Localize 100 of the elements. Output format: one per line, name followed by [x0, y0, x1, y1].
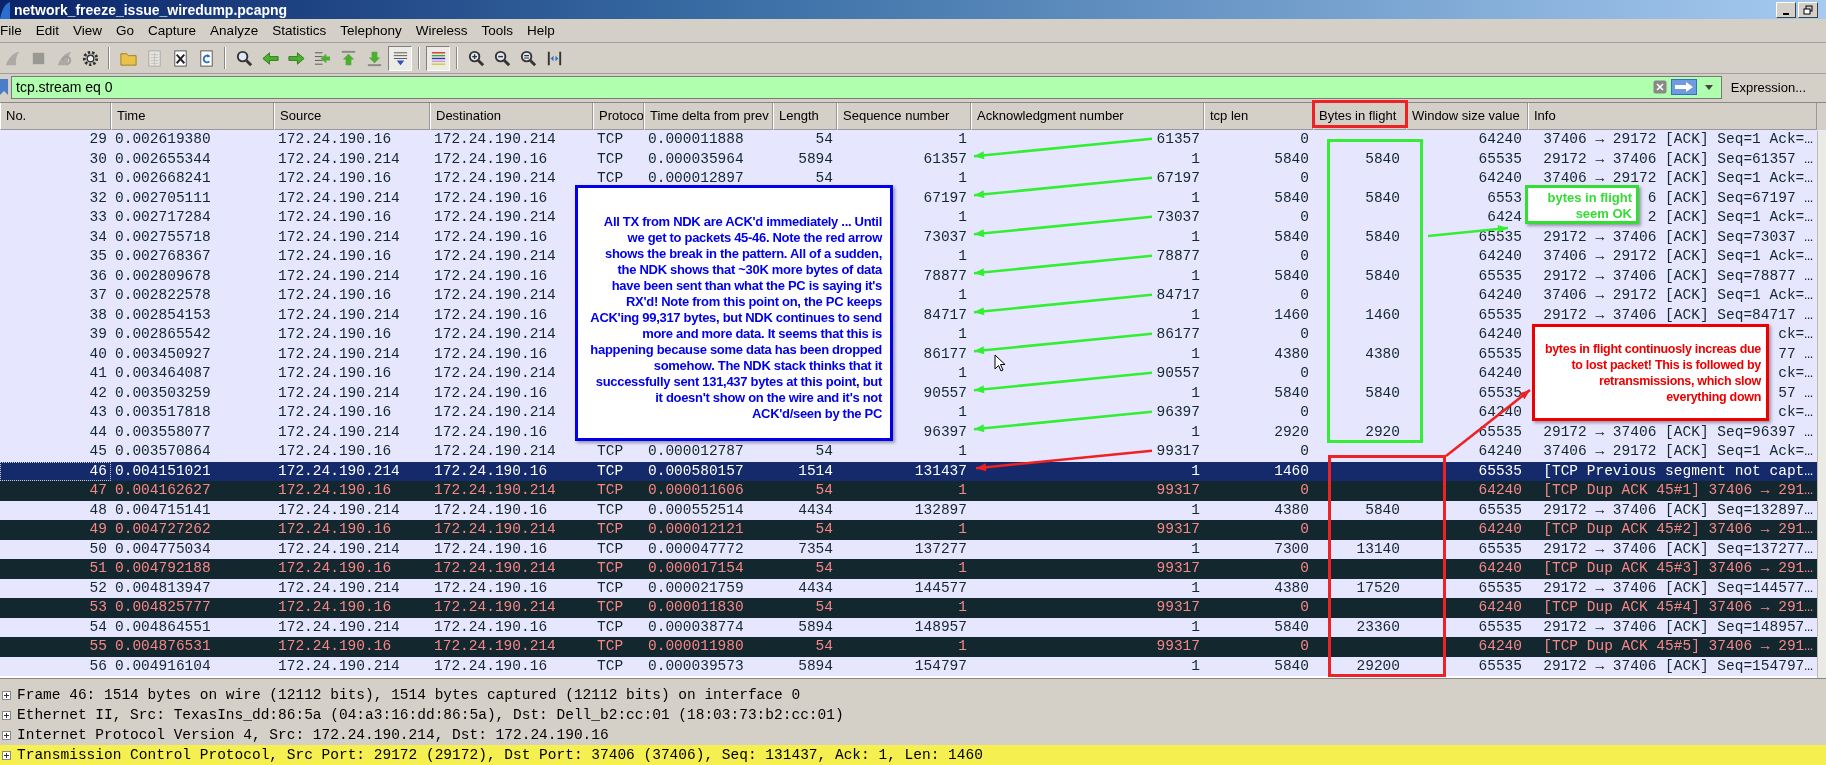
zoom-in-icon: [466, 48, 486, 68]
menu-item[interactable]: Edit: [28, 23, 67, 38]
table-cell: TCP: [597, 599, 624, 615]
table-cell: 48: [89, 501, 107, 518]
filter-box[interactable]: tcp.stream eq 0: [11, 75, 1722, 99]
table-cell: 5894: [798, 657, 833, 674]
table-cell: 1: [958, 209, 967, 225]
table-cell: 0: [1300, 248, 1309, 264]
expand-icon[interactable]: [2, 750, 11, 760]
table-cell: 61357: [923, 150, 967, 167]
table-cell: 54: [815, 638, 833, 654]
menu-item[interactable]: Capture: [141, 23, 204, 38]
table-cell: 29172 → 37406 [ACK] Seq=144577…: [1543, 579, 1813, 596]
expand-icon[interactable]: [2, 710, 11, 720]
table-cell: 7300: [1274, 540, 1309, 557]
table-cell: ck=…: [1778, 326, 1813, 342]
table-cell: 172.24.190.214: [434, 443, 556, 459]
table-cell: 29172 → 37406 [ACK] Seq=132897…: [1543, 501, 1813, 518]
table-cell: 172.24.190.16: [278, 638, 392, 654]
menu-item[interactable]: View: [66, 23, 110, 38]
table-cell: 0.002865542: [115, 326, 211, 342]
minimize-icon: [1783, 12, 1789, 15]
table-cell: 0.000047772: [648, 540, 744, 557]
table-cell: 172.24.190.16: [434, 579, 548, 596]
table-cell: 43: [89, 404, 107, 420]
menu-item[interactable]: Wireless: [408, 23, 475, 38]
table-cell: 1: [958, 287, 967, 303]
menu-item[interactable]: Analyze: [203, 23, 266, 38]
table-cell: 172.24.190.16: [278, 443, 392, 459]
table-cell: 64240: [1478, 365, 1522, 381]
table-cell: 84717: [923, 306, 967, 323]
table-cell: 39: [89, 326, 107, 342]
cursor-icon: [994, 354, 1006, 372]
caret-icon[interactable]: [1704, 84, 1713, 90]
table-cell: 37406 → 29172 [ACK] Seq=1 Ack=…: [1543, 131, 1813, 147]
autoscroll-button[interactable]: [388, 45, 412, 71]
table-cell: 1: [1191, 423, 1200, 440]
table-cell: 0.004162627: [115, 482, 211, 498]
detail-row[interactable]: Frame 46: 1514 bytes on wire (12112 bits), 1514 bytes captured (12112 bits) on interface 0: [0, 685, 1826, 705]
table-cell: 32: [89, 189, 107, 206]
detail-row[interactable]: Ethernet II, Src: TexasIns_dd:86:5a (04:a3:16:dd:86:5a), Dst: Dell_b2:cc:01 (18:03:73:b2:cc:01): [0, 705, 1826, 725]
table-cell: ck=…: [1778, 365, 1813, 381]
packet-row[interactable]: 29 0.002619380 172.24.190.16 172.24.190.214 TCP 0.000011888 54 1 61357 0 64240 37406 → 29172 [ACK] Seq=1 Ack=…: [0, 130, 1826, 150]
table-cell: 30: [89, 150, 107, 167]
menu-item[interactable]: Statistics: [265, 23, 334, 38]
table-cell: 99317: [1156, 521, 1200, 537]
table-cell: 5840: [1274, 384, 1309, 401]
table-cell: 78877: [923, 267, 967, 284]
table-cell: 172.24.190.214: [434, 560, 556, 576]
table-cell: 53: [89, 599, 107, 615]
table-cell: 65535: [1478, 345, 1522, 362]
expression-button[interactable]: Expression...: [1724, 79, 1812, 95]
table-cell: 96397: [923, 423, 967, 440]
detail-text: Internet Protocol Version 4, Src: 172.24.190.214, Dst: 172.24.190.16: [17, 727, 609, 743]
table-cell: [TCP Dup ACK 45#5] 37406 → 291…: [1543, 638, 1813, 654]
detail-row[interactable]: Internet Protocol Version 4, Src: 172.24.190.214, Dst: 172.24.190.16: [0, 725, 1826, 745]
menu-item[interactable]: Tools: [474, 23, 520, 38]
table-cell: TCP: [597, 657, 624, 674]
table-cell: 67197: [1156, 170, 1200, 186]
table-cell: 172.24.190.214: [434, 287, 556, 303]
table-cell: 29172 → 37406 [ACK] Seq=61357 …: [1543, 150, 1813, 167]
menu-item[interactable]: Go: [109, 23, 142, 38]
table-cell: 54: [89, 618, 107, 635]
detail-text: Ethernet II, Src: TexasIns_dd:86:5a (04:a3:16:dd:86:5a), Dst: Dell_b2:cc:01 (18:03:73:b2:cc:01): [17, 707, 844, 723]
apply-filter-button[interactable]: [1670, 79, 1697, 95]
menu-item[interactable]: File: [0, 23, 29, 38]
clear-icon[interactable]: [1652, 80, 1667, 94]
menu-item[interactable]: Help: [520, 23, 562, 38]
table-cell: 29172 → 37406 [ACK] Seq=148957…: [1543, 618, 1813, 635]
restore-button[interactable]: [1798, 1, 1818, 18]
table-cell: 65535: [1478, 150, 1522, 167]
detail-row[interactable]: Transmission Control Protocol, Src Port: 29172 (29172), Dst Port: 37406 (37406), Seq: 131437, Ack: 1, Len: 1460: [0, 745, 1826, 765]
table-cell: 29172 → 37406 [ACK] Seq=84717 …: [1543, 306, 1813, 323]
expand-icon[interactable]: [2, 730, 11, 740]
table-cell: 29200: [1356, 657, 1400, 674]
table-cell: 99317: [1156, 443, 1200, 459]
table-cell: 13140: [1356, 540, 1400, 557]
table-cell: 172.24.190.214: [278, 228, 400, 245]
table-cell: 99317: [1156, 638, 1200, 654]
menu-item[interactable]: Telephony: [333, 23, 409, 38]
table-cell: 172.24.190.214: [278, 657, 400, 674]
bookmark-icon[interactable]: [0, 79, 8, 95]
minimize-button[interactable]: [1776, 1, 1796, 18]
table-cell: 0.004775034: [115, 540, 211, 557]
table-cell: 172.24.190.214: [434, 209, 556, 225]
table-cell: 131437: [914, 462, 967, 479]
table-cell: 172.24.190.16: [278, 404, 392, 420]
table-cell: 0.002705111: [115, 189, 211, 206]
table-cell: 172.24.190.214: [278, 423, 400, 440]
table-cell: 37406 → 29172 [ACK] Seq=1 Ack=…: [1543, 170, 1813, 186]
table-cell: 29172 → 37406 [ACK] Seq=73037 …: [1543, 228, 1813, 245]
table-cell: 172.24.190.16: [434, 657, 548, 674]
table-cell: 0.000012787: [648, 443, 744, 459]
table-cell: 0.000011888: [648, 131, 744, 147]
table-cell: 0: [1300, 638, 1309, 654]
colorize-button[interactable]: [426, 45, 450, 71]
scrollbar[interactable]: [1817, 131, 1826, 678]
expand-icon[interactable]: [2, 690, 11, 700]
table-cell: 54: [815, 131, 833, 147]
filter-field[interactable]: tcp.stream eq 0: [12, 79, 1649, 95]
